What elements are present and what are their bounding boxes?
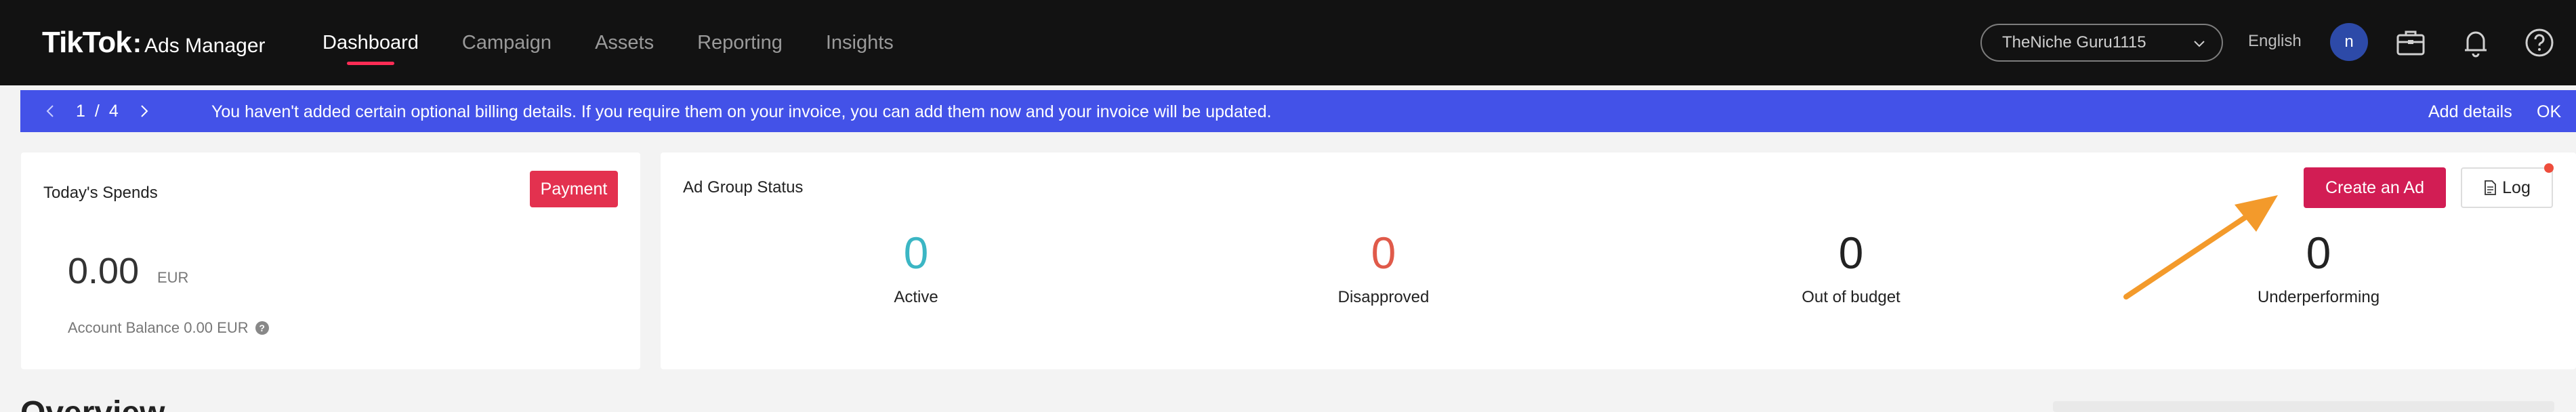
metric-active-label: Active <box>894 288 938 306</box>
nav-campaign[interactable]: Campaign <box>462 0 552 85</box>
logo-brand-text: TikTok <box>42 26 132 59</box>
log-button[interactable]: Log <box>2461 167 2553 208</box>
log-button-label: Log <box>2502 178 2531 197</box>
account-name: TheNiche Guru1115 <box>2002 33 2146 52</box>
banner-message: You haven't added certain optional billi… <box>211 102 1272 121</box>
spends-title: Today's Spends <box>43 184 158 202</box>
spend-currency: EUR <box>157 269 189 286</box>
nav-reporting[interactable]: Reporting <box>697 0 783 85</box>
metric-disapproved-value: 0 <box>1371 228 1396 278</box>
pager-current: 1 <box>76 101 85 121</box>
chevron-down-icon <box>2194 41 2205 47</box>
payment-button[interactable]: Payment <box>530 171 618 207</box>
annotation-arrow-icon <box>2123 195 2278 300</box>
chevron-left-icon[interactable] <box>42 102 60 120</box>
banner-pager: 1 / 4 <box>42 90 152 132</box>
document-icon <box>2485 180 2497 195</box>
logo-separator: : <box>132 28 142 58</box>
billing-notice-banner: 1 / 4 You haven't added certain optional… <box>20 90 2576 132</box>
main-nav: Dashboard Campaign Assets Reporting Insi… <box>323 0 937 85</box>
date-range-picker[interactable] <box>2053 401 2554 412</box>
metric-disapproved-label: Disapproved <box>1337 288 1430 306</box>
metric-out-of-budget[interactable]: 0 Out of budget <box>1749 227 1953 307</box>
banner-ok-button[interactable]: OK <box>2537 102 2561 122</box>
create-ad-button[interactable]: Create an Ad <box>2304 167 2446 208</box>
account-selector[interactable]: TheNiche Guru1115 <box>1980 24 2223 62</box>
add-details-link[interactable]: Add details <box>2428 102 2512 122</box>
metric-active[interactable]: 0 Active <box>814 227 1018 307</box>
bell-icon[interactable] <box>2459 26 2493 60</box>
chevron-right-icon[interactable] <box>135 102 152 120</box>
notification-dot <box>2544 163 2554 173</box>
nav-insights[interactable]: Insights <box>826 0 894 85</box>
language-selector[interactable]: English <box>2248 32 2302 51</box>
ad-group-status-card: Ad Group Status 0 Active 0 Disapproved 0… <box>661 152 2576 369</box>
nav-assets[interactable]: Assets <box>595 0 654 85</box>
overview-heading: Overview <box>20 394 165 412</box>
avatar[interactable]: n <box>2330 23 2368 61</box>
account-balance-text: Account Balance 0.00 EUR <box>68 319 249 336</box>
help-icon[interactable] <box>2522 26 2556 60</box>
nav-dashboard[interactable]: Dashboard <box>323 0 419 85</box>
ad-group-status-title: Ad Group Status <box>683 178 804 197</box>
todays-spends-card: Today's Spends Payment 0.00 EUR Account … <box>21 152 640 369</box>
question-icon[interactable]: ? <box>255 321 269 335</box>
metric-active-value: 0 <box>903 228 929 278</box>
pager-total: 4 <box>108 101 119 121</box>
metric-out-of-budget-value: 0 <box>1838 228 1864 278</box>
briefcase-icon[interactable] <box>2394 26 2428 60</box>
top-navigation-bar: TikTok : Ads Manager Dashboard Campaign … <box>0 0 2576 85</box>
pager-separator: / <box>94 101 100 121</box>
metric-out-of-budget-label: Out of budget <box>1802 288 1900 306</box>
metric-disapproved[interactable]: 0 Disapproved <box>1282 227 1485 307</box>
logo-product-text: Ads Manager <box>144 35 266 57</box>
account-balance: Account Balance 0.00 EUR ? <box>68 319 269 337</box>
spend-amount: 0.00 <box>68 251 140 291</box>
tiktok-ads-manager-logo[interactable]: TikTok : Ads Manager <box>42 26 266 60</box>
